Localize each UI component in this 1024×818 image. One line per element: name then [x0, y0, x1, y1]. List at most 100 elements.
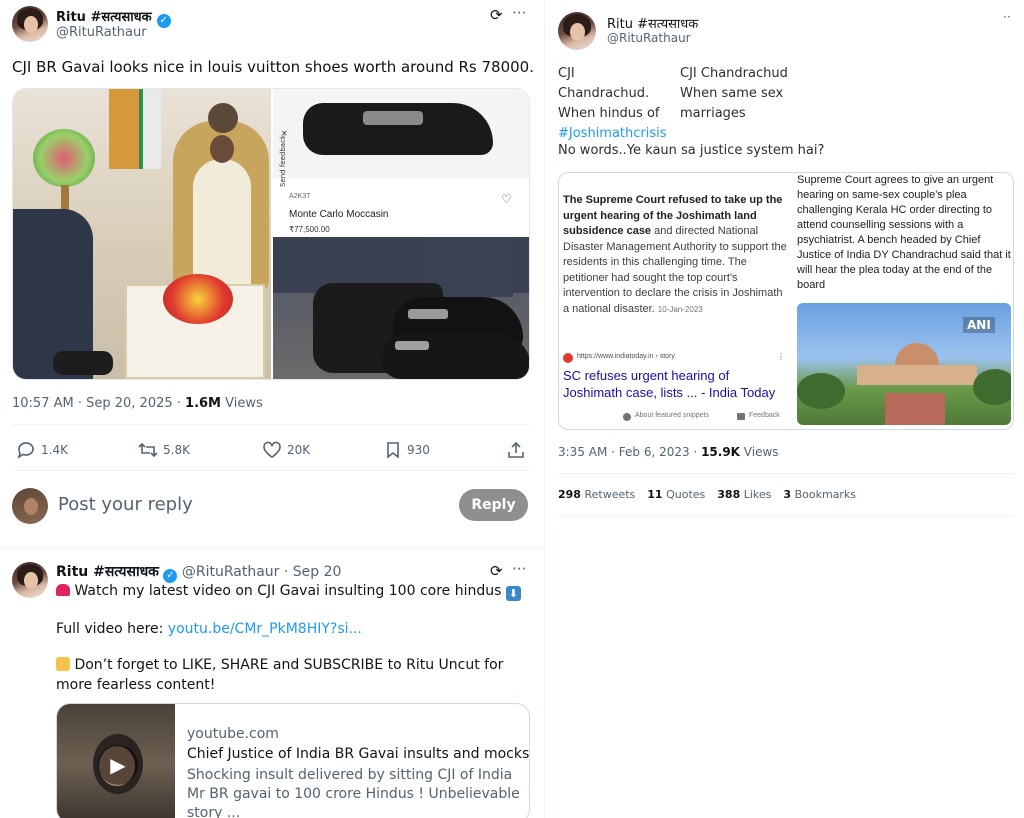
tweet-timestamp: 10:57 AM · Sep 20, 2025 · 1.6M Views	[12, 396, 263, 411]
tweet-media[interactable]: Send feedback ✕ A2K3T Monte Carlo Moccas…	[12, 88, 530, 380]
engagement-stats: 298 Retweets 11 Quotes 388 Likes 3 Bookm…	[558, 488, 856, 501]
col2-line: marriages	[680, 106, 746, 121]
divider	[12, 424, 530, 425]
more-options-icon[interactable]: ··	[1003, 10, 1011, 24]
bookmark-action[interactable]: 930	[384, 441, 430, 459]
card-domain: youtube.com	[187, 726, 279, 742]
col1-line: When hindus of	[558, 106, 660, 121]
full-video-label: Full video here:	[56, 621, 168, 637]
retweets-stat[interactable]: 298 Retweets	[558, 488, 635, 501]
tweet-text: CJI BR Gavai looks nice in louis vuitton…	[12, 58, 534, 76]
tweet-line-1-text: Watch my latest video on CJI Gavai insul…	[74, 583, 502, 599]
author-line: Ritu #सत्यसाधक ✓ @RituRathaur · Sep 20	[56, 562, 341, 583]
col2-line: When same sex	[680, 86, 784, 101]
user-avatar[interactable]	[12, 488, 48, 524]
tweet-line-3-text: Don’t forget to LIKE, SHARE and SUBSCRIB…	[56, 657, 504, 693]
news-snippet: Supreme Court agrees to give an urgent h…	[797, 174, 1011, 291]
snippet-source[interactable]: https://www.indiatoday.in › story	[577, 353, 675, 360]
snippet-text: and directed National Disaster Managemen…	[563, 225, 787, 315]
bookmarks-stat[interactable]: 3 Bookmarks	[783, 488, 856, 501]
avatar[interactable]	[12, 6, 48, 42]
reply-icon	[17, 442, 34, 459]
views-count: 1.6M	[185, 396, 221, 411]
author-name[interactable]: Ritu #सत्यसाधक	[56, 564, 159, 580]
bookmark-count: 930	[407, 443, 430, 457]
timestamp-text[interactable]: 3:35 AM · Feb 6, 2023 ·	[558, 445, 701, 459]
product-price: ₹77,500.00	[289, 225, 330, 234]
stat-label: Likes	[743, 488, 772, 501]
col2-line: CJI Chandrachud	[680, 66, 788, 81]
question-circle-icon	[623, 413, 631, 421]
avatar[interactable]	[12, 562, 48, 598]
youtube-link[interactable]: youtu.be/CMr_PkM8HIY?si...	[168, 621, 362, 637]
tweet-timestamp: 3:35 AM · Feb 6, 2023 · 15.9K Views	[558, 445, 779, 459]
divider	[558, 516, 1014, 517]
like-action[interactable]: 20K	[262, 441, 310, 459]
quotes-stat[interactable]: 11 Quotes	[647, 488, 705, 501]
feedback-icon	[737, 413, 745, 420]
likes-stat[interactable]: 388 Likes	[717, 488, 771, 501]
bookmark-icon	[387, 442, 399, 459]
views-label: Views	[739, 445, 779, 459]
author-handle[interactable]: @RituRathaur	[607, 31, 691, 45]
share-icon	[508, 441, 524, 458]
share-action[interactable]	[507, 441, 525, 463]
snippet-headline[interactable]: SC refuses urgent hearing of Joshimath c…	[563, 367, 789, 401]
tweet-media[interactable]: The Supreme Court refused to take up the…	[558, 172, 1014, 430]
reply-button[interactable]: Reply	[459, 489, 528, 521]
more-options-icon[interactable]: ···	[512, 4, 526, 22]
divider	[558, 473, 1014, 474]
google-snippet: The Supreme Court refused to take up the…	[563, 193, 787, 317]
link-card[interactable]: ▶ youtube.com Chief Justice of India BR …	[56, 703, 530, 818]
about-snippets[interactable]: About featured snippets	[635, 412, 709, 419]
stat-label: Bookmarks	[794, 488, 857, 501]
stat-count: 388	[717, 488, 741, 501]
video-thumbnail[interactable]: ▶	[57, 704, 175, 818]
shoes-photo[interactable]	[273, 237, 529, 379]
author-handle[interactable]: @RituRathaur	[56, 25, 147, 40]
views-count: 15.9K	[701, 445, 740, 459]
tweet-column-1: CJI Chandrachud. When hindus of #Joshima…	[558, 64, 668, 144]
grok-icon[interactable]: ⟳	[490, 562, 503, 580]
site-favicon-icon	[563, 353, 573, 363]
author-handle[interactable]: @RituRathaur	[182, 564, 280, 580]
col1-line: CJI Chandrachud.	[558, 66, 650, 101]
avatar[interactable]	[558, 12, 596, 50]
author-name[interactable]: Ritu #सत्यसाधक	[56, 10, 152, 25]
send-feedback-label[interactable]: Send feedback	[279, 135, 291, 187]
close-icon[interactable]: ✕	[281, 129, 288, 138]
snippet-feedback[interactable]: Feedback	[749, 412, 780, 419]
retweet-action[interactable]: 5.8K	[138, 441, 190, 459]
card-title: Chief Justice of India BR Gavai insults …	[187, 746, 530, 762]
grok-icon[interactable]: ⟳	[490, 6, 503, 24]
card-description: Shocking insult delivered by sitting CJI…	[187, 767, 520, 818]
stat-count: 3	[783, 488, 792, 501]
retweet-icon	[138, 442, 158, 458]
supreme-court-photo[interactable]: ANI	[797, 303, 1011, 425]
down-arrow-emoji-icon: ⬇	[505, 586, 521, 601]
product-listing[interactable]: Send feedback ✕ A2K3T Monte Carlo Moccas…	[273, 89, 529, 235]
tweet-line-2: No words..Ye kaun sa justice system hai?	[558, 143, 825, 158]
meeting-photo[interactable]	[13, 89, 271, 379]
verified-badge-icon: ✓	[156, 14, 171, 28]
ani-badge: ANI	[963, 317, 995, 333]
snippet-date: 10-Jan-2023	[657, 304, 703, 314]
tweet-date[interactable]: · Sep 20	[279, 564, 342, 580]
divider	[12, 470, 530, 471]
stat-count: 298	[558, 488, 581, 501]
author-name[interactable]: Ritu #सत्यसाधक	[607, 14, 698, 32]
more-options-icon[interactable]: ···	[512, 560, 526, 578]
play-icon[interactable]: ▶	[98, 745, 138, 785]
timestamp-text[interactable]: 10:57 AM · Sep 20, 2025 ·	[12, 396, 185, 411]
divider	[0, 548, 544, 549]
stat-label: Retweets	[584, 488, 636, 501]
joshimath-hashtag[interactable]: #Joshimathcrisis	[558, 124, 668, 144]
heart-icon	[263, 441, 281, 458]
reply-count: 1.4K	[41, 443, 68, 457]
tweet-line-3: Don’t forget to LIKE, SHARE and SUBSCRIB…	[56, 655, 526, 695]
more-options-icon[interactable]: ⋮	[777, 352, 785, 361]
tweet-column-2: CJI Chandrachud When same sex marriages	[680, 64, 810, 124]
wishlist-heart-icon[interactable]: ♡	[501, 192, 512, 206]
reply-input[interactable]: Post your reply	[58, 494, 193, 515]
reply-action[interactable]: 1.4K	[16, 441, 68, 459]
